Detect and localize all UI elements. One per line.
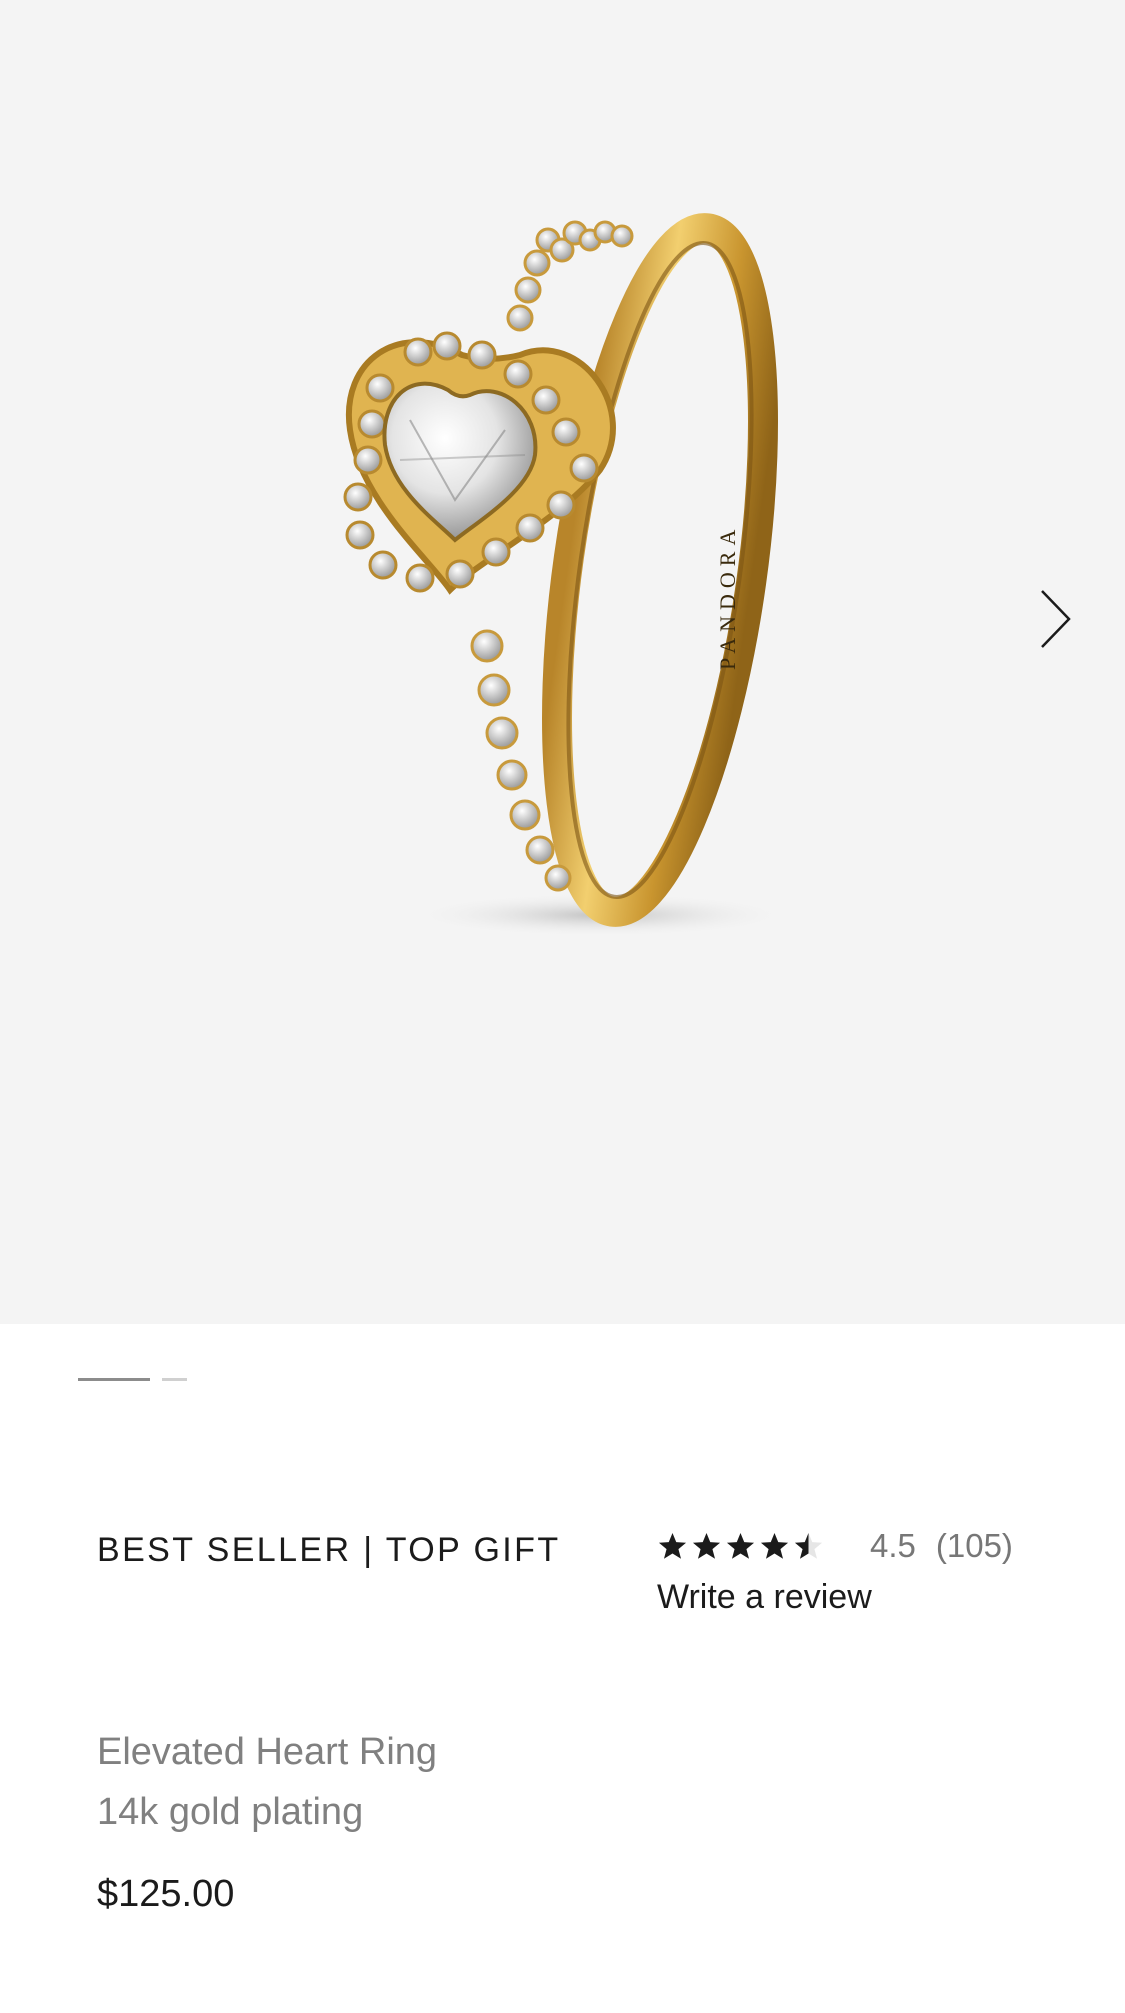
- product-image: PANDORA: [343, 213, 790, 937]
- star-half-icon: [794, 1532, 823, 1559]
- star-full-icon: [658, 1532, 687, 1559]
- rating-block: 4.5 (105) Write a review: [657, 1524, 1077, 1617]
- engraving-text: PANDORA: [715, 524, 740, 670]
- rating-value: 4.5: [870, 1527, 916, 1564]
- chevron-right-icon: [1041, 590, 1071, 648]
- product-badge: BEST SELLER | TOP GIFT: [97, 1531, 561, 1569]
- pager-dot-1[interactable]: [78, 1378, 150, 1381]
- write-review-link[interactable]: Write a review: [657, 1578, 1077, 1617]
- review-count: (105): [935, 1527, 1013, 1564]
- product-material: 14k gold plating: [97, 1791, 364, 1833]
- product-price: $125.00: [97, 1873, 235, 1915]
- gallery-pager: [78, 1378, 187, 1382]
- next-image-button[interactable]: [1026, 574, 1086, 664]
- star-full-icon: [692, 1532, 721, 1559]
- product-name: Elevated Heart Ring: [97, 1731, 438, 1773]
- star-rating: [657, 1531, 824, 1562]
- pager-dot-2[interactable]: [162, 1378, 187, 1381]
- star-full-icon: [726, 1532, 755, 1559]
- product-gallery[interactable]: PANDORA: [0, 0, 1125, 1324]
- rating-summary[interactable]: 4.5 (105): [657, 1524, 1077, 1568]
- star-full-icon: [760, 1532, 789, 1559]
